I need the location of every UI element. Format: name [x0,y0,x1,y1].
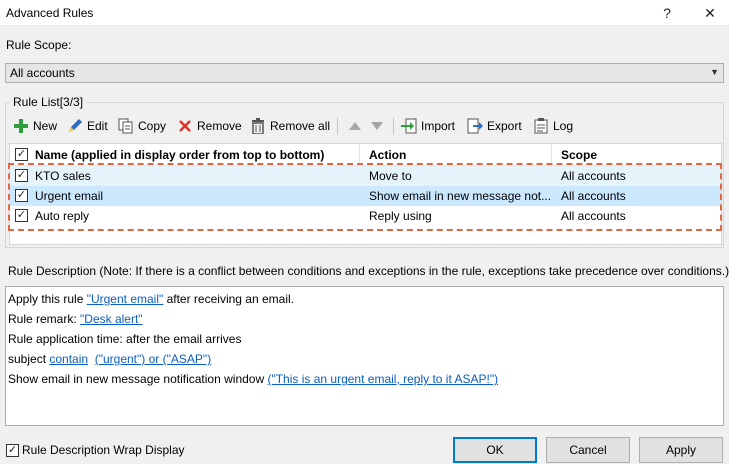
description-line: Rule application time: after the email a… [8,332,242,346]
trash-icon [249,117,267,135]
description-text: Rule remark: [8,312,81,326]
new-label: New [33,119,58,133]
description-line: Show email in new message notification w… [8,372,498,386]
rule-scope-select[interactable]: All accounts ▼ [5,63,724,83]
notification-text-link[interactable]: ("This is an urgent email, reply to it A… [267,372,498,386]
title-bar: Advanced Rules ? ✕ [0,0,729,26]
description-line: Rule remark: "Desk alert" [8,312,143,326]
log-label: Log [553,119,574,133]
chevron-down-icon: ▼ [710,67,719,77]
toolbar-separator [337,117,338,135]
help-button[interactable]: ? [655,2,679,24]
wrap-display-checkbox[interactable]: ✓ [6,444,19,457]
table-header: ✓ Name (applied in display order from to… [10,144,721,166]
wrap-display-label: Rule Description Wrap Display [22,443,185,457]
remove-label: Remove [197,119,242,133]
row-checkbox[interactable]: ✓ [15,189,28,202]
log-button[interactable]: Log [532,115,573,137]
new-button[interactable]: New [12,115,57,137]
remove-button[interactable]: Remove [176,115,242,137]
edit-button[interactable]: Edit [66,115,108,137]
rule-action: Move to [369,169,412,183]
description-line: Apply this rule "Urgent email" after rec… [8,292,294,306]
rule-list-label: Rule List[3/3] [10,95,87,109]
remove-all-button[interactable]: Remove all [249,115,330,137]
import-icon [400,117,418,135]
ok-button[interactable]: OK [453,437,537,463]
table-row[interactable]: ✓ Urgent email Show email in new message… [10,186,721,206]
rule-scope: All accounts [561,169,626,183]
column-divider [359,144,360,166]
edit-label: Edit [87,119,108,133]
table-row[interactable]: ✓ KTO sales Move to All accounts [10,166,721,186]
import-label: Import [421,119,456,133]
condition-operator-link[interactable]: contain [49,352,88,366]
move-up-button[interactable] [346,115,367,137]
log-icon [532,117,550,135]
copy-icon [117,117,135,135]
rule-remark-link[interactable]: "Desk alert" [80,312,143,326]
description-text: Apply this rule [8,292,87,306]
export-icon [466,117,484,135]
rule-description-label: Rule Description (Note: If there is a co… [8,264,729,278]
rule-name: KTO sales [35,169,91,183]
rule-name-link[interactable]: "Urgent email" [87,292,164,306]
column-header-action[interactable]: Action [369,148,406,162]
copy-button[interactable]: Copy [117,115,166,137]
row-checkbox[interactable]: ✓ [15,169,28,182]
move-down-button[interactable] [368,115,389,137]
window-title: Advanced Rules [6,6,94,20]
rule-name: Auto reply [35,209,90,223]
pencil-icon [66,117,84,135]
rule-scope: All accounts [561,189,626,203]
description-text: after receiving an email. [163,292,294,306]
column-divider [551,144,552,166]
copy-label: Copy [138,119,167,133]
cancel-button[interactable]: Cancel [546,437,630,463]
condition-value-link[interactable]: ("urgent") or ("ASAP") [95,352,211,366]
toolbar-separator [393,117,394,135]
export-label: Export [487,119,522,133]
export-button[interactable]: Export [466,115,522,137]
rule-scope-label: Rule Scope: [6,38,72,52]
rule-action: Reply using [369,209,432,223]
remove-all-label: Remove all [270,119,331,133]
down-arrow-icon [368,117,386,135]
x-icon [176,117,194,135]
table-row[interactable]: ✓ Auto reply Reply using All accounts [10,206,721,226]
select-all-checkbox[interactable]: ✓ [15,148,28,161]
rule-scope-value: All accounts [10,66,75,80]
rules-table: ✓ Name (applied in display order from to… [9,143,722,245]
apply-button[interactable]: Apply [639,437,723,463]
description-text: Show email in new message notification w… [8,372,268,386]
close-button[interactable]: ✕ [698,2,722,24]
import-button[interactable]: Import [400,115,455,137]
up-arrow-icon [346,117,364,135]
column-header-scope[interactable]: Scope [561,148,597,162]
description-line: subject contain ("urgent") or ("ASAP") [8,352,211,366]
plus-icon [12,117,30,135]
description-text: subject [8,352,50,366]
rule-name: Urgent email [35,189,104,203]
rule-description-box: Apply this rule "Urgent email" after rec… [5,286,724,426]
rule-scope: All accounts [561,209,626,223]
rule-action: Show email in new message not... [369,189,551,203]
column-header-name[interactable]: Name (applied in display order from top … [35,148,324,162]
row-checkbox[interactable]: ✓ [15,209,28,222]
